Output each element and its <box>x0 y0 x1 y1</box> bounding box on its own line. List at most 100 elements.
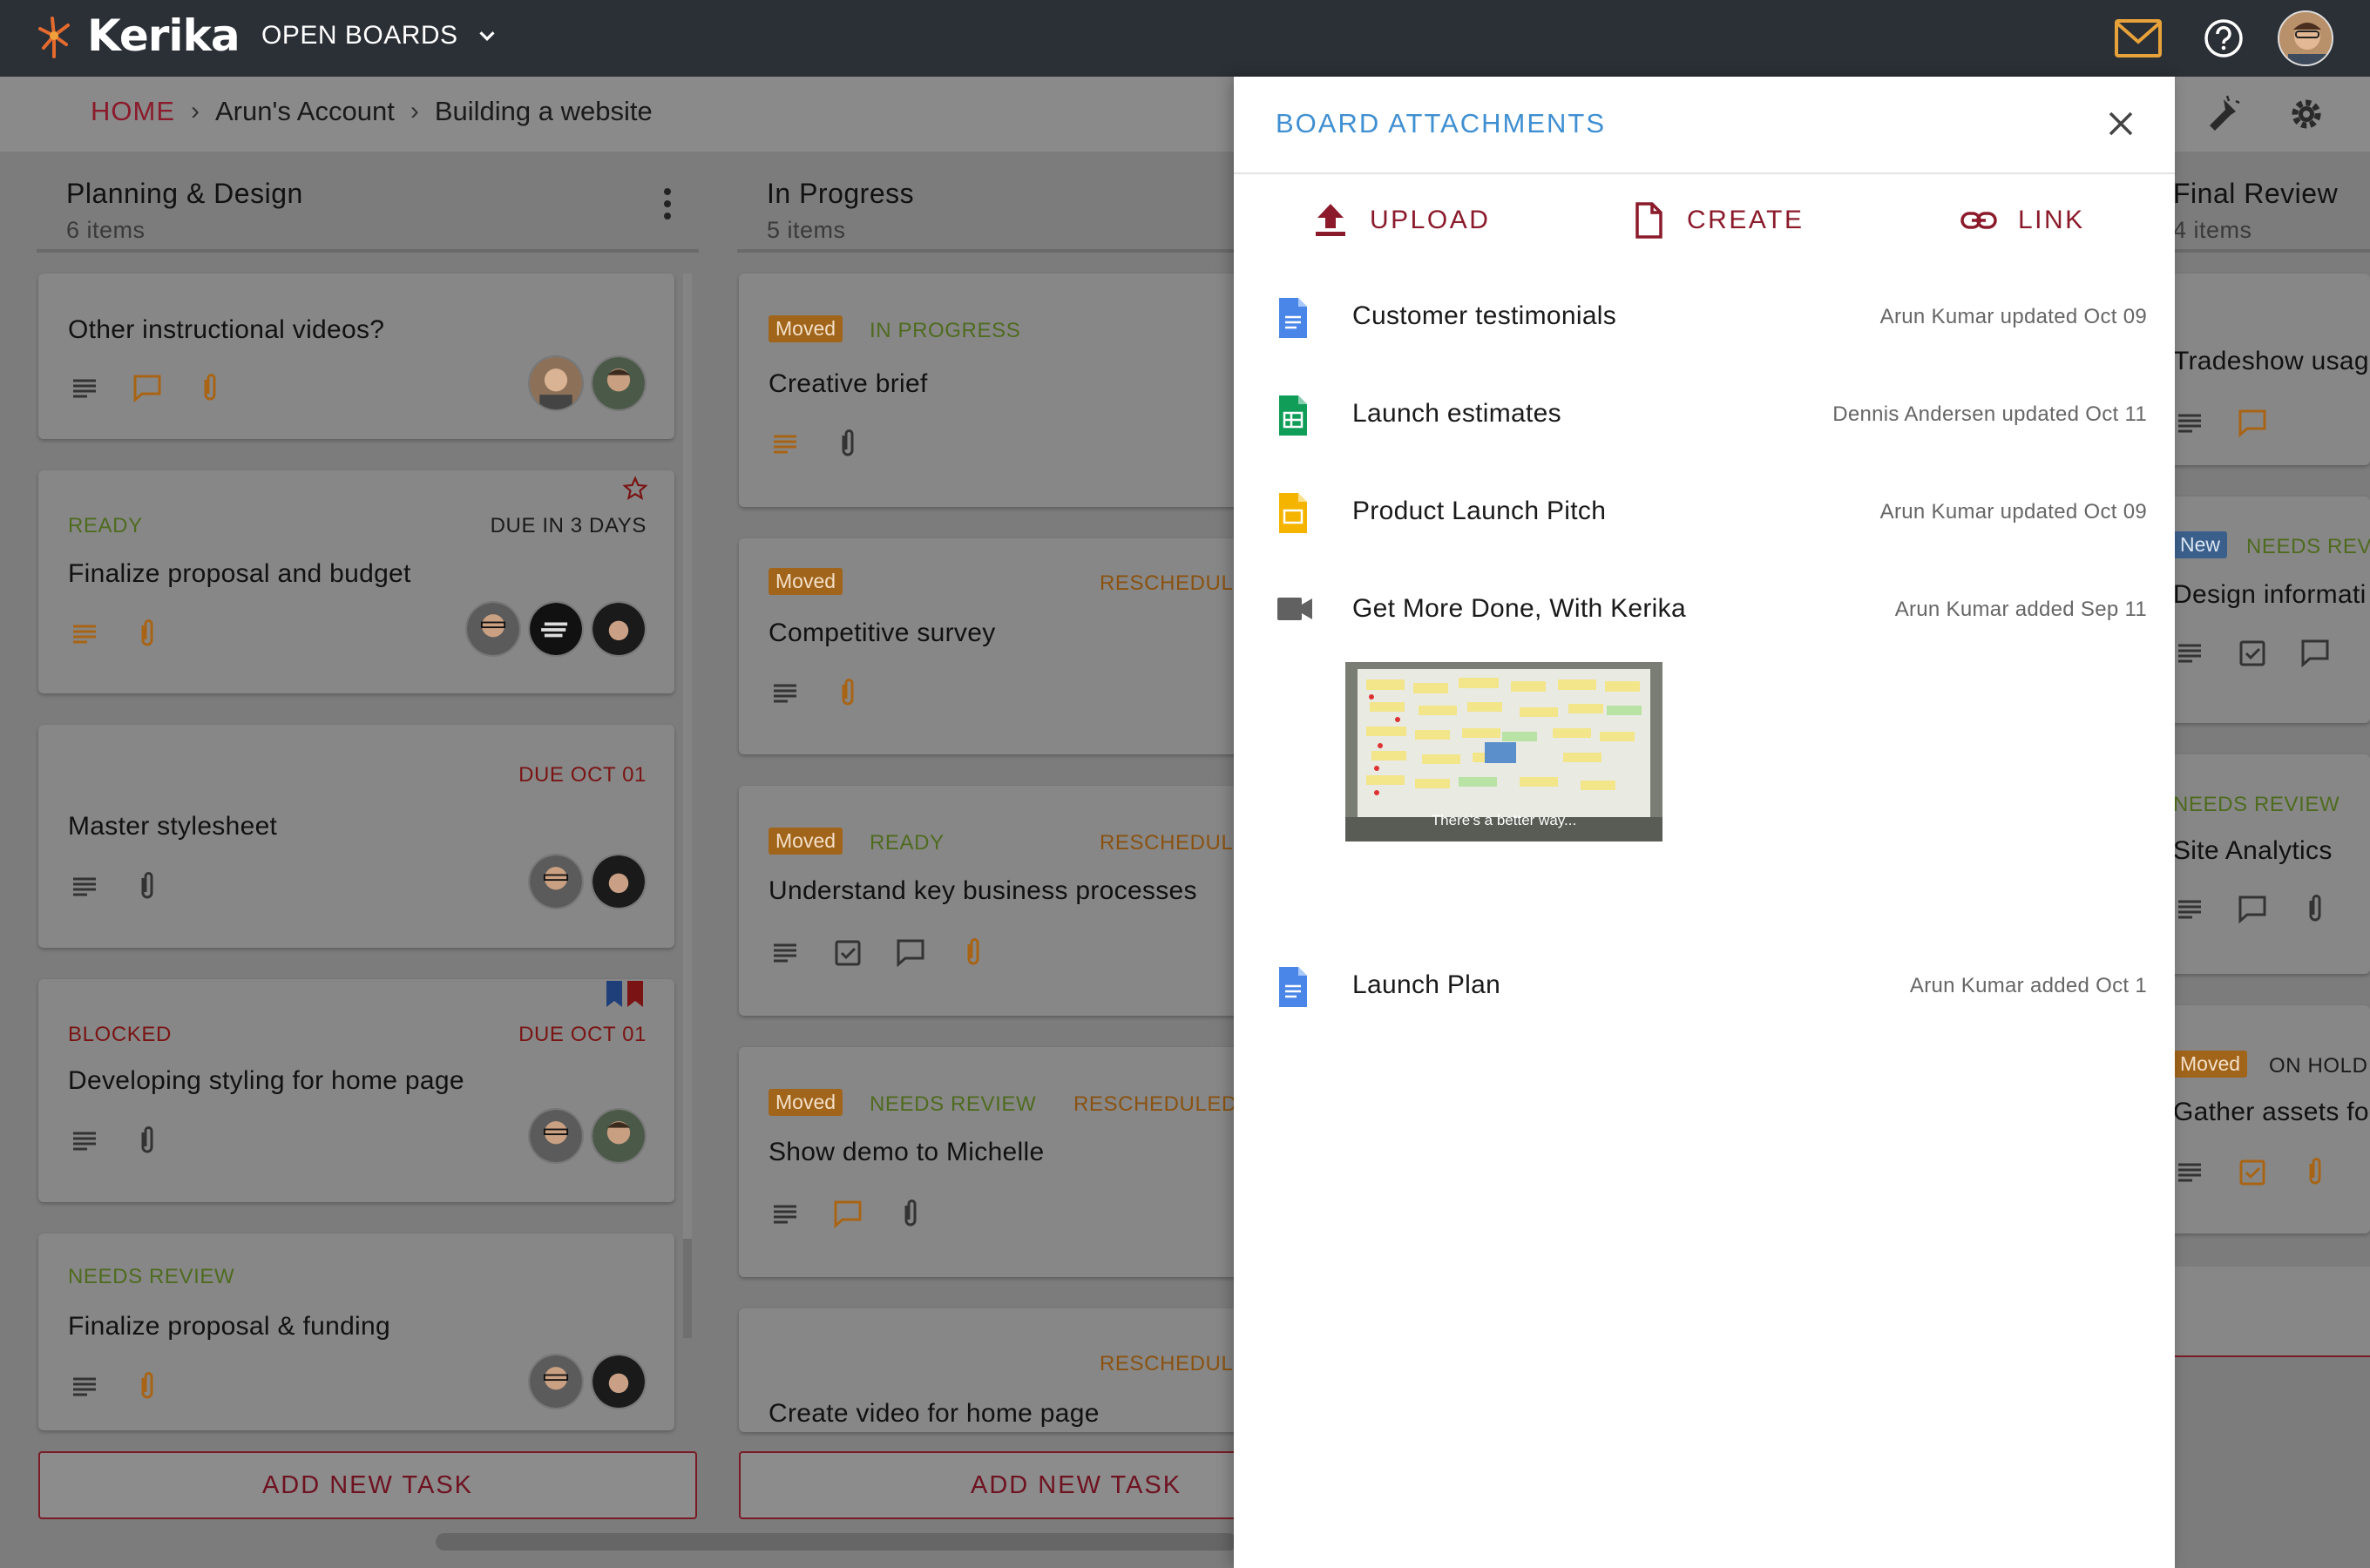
chevron-down-icon <box>478 31 495 42</box>
card-icons <box>2173 1155 2332 1188</box>
avatar[interactable] <box>591 355 647 411</box>
link-icon <box>1960 212 1997 229</box>
mail-icon[interactable] <box>2114 17 2163 59</box>
card-title: Developing styling for home page <box>68 1066 464 1095</box>
task-card[interactable]: Other instructional videos? <box>38 274 674 439</box>
card-members <box>465 601 647 657</box>
avatar[interactable] <box>591 854 647 909</box>
avatar[interactable] <box>528 601 584 657</box>
breadcrumb-home[interactable]: HOME <box>91 96 175 127</box>
avatar[interactable] <box>528 355 584 411</box>
column-header: Final Review 4 items <box>2173 152 2370 253</box>
status-label: READY <box>870 831 945 855</box>
card-icons <box>769 1197 927 1230</box>
bookmark-flags-icon[interactable] <box>603 981 647 1009</box>
task-card[interactable]: BLOCKED DUE OCT 01 Developing styling fo… <box>38 979 674 1202</box>
card-title: Competitive survey <box>769 618 996 647</box>
user-avatar[interactable] <box>2278 10 2333 66</box>
attachment-item[interactable]: Launch Plan Arun Kumar added Oct 1 <box>1276 958 2147 1010</box>
attachment-item[interactable]: Customer testimonials Arun Kumar updated… <box>1276 289 2147 341</box>
moved-tag: Moved <box>769 1089 843 1116</box>
help-icon[interactable] <box>2203 17 2245 59</box>
attachment-meta: Arun Kumar updated Oct 09 <box>1879 500 2147 524</box>
task-card[interactable]: Moved RESCHEDULE Competitive survey <box>739 538 1262 754</box>
avatar[interactable] <box>528 1354 584 1409</box>
attachment-icon <box>141 619 153 646</box>
attachment-item[interactable]: Product Launch Pitch Arun Kumar updated … <box>1276 484 2147 537</box>
add-new-task-button[interactable]: ADD NEW TASK <box>739 1451 1262 1519</box>
due-label: RESCHEDULE <box>1100 571 1249 595</box>
status-label: READY <box>68 514 143 537</box>
task-card[interactable]: RESCHEDULE Create video for home page <box>739 1308 1262 1432</box>
upload-button[interactable]: UPLOAD <box>1310 200 1490 240</box>
attachment-name: Product Launch Pitch <box>1352 497 1607 525</box>
card-title: Show demo to Michelle <box>769 1138 1045 1166</box>
attachment-icon <box>141 1372 153 1399</box>
chat-icon <box>133 375 161 403</box>
attachment-icon <box>141 1126 153 1153</box>
avatar[interactable] <box>591 1108 647 1164</box>
task-card[interactable]: NEEDS REVIEW Finalize proposal & funding <box>38 1233 674 1430</box>
task-card[interactable]: DUE OCT 01 Master stylesheet <box>38 725 674 948</box>
column-count: 4 items <box>2173 217 2252 243</box>
description-icon <box>2178 1163 2201 1182</box>
video-thumbnail[interactable]: There's a better way... <box>1345 662 1662 841</box>
avatar[interactable] <box>591 1354 647 1409</box>
task-card[interactable]: READY DUE IN 3 DAYS Finalize proposal an… <box>38 470 674 693</box>
settings-gear-icon[interactable] <box>2286 94 2326 134</box>
kerika-logo[interactable]: Kerika <box>35 10 240 61</box>
avatar[interactable] <box>528 854 584 909</box>
column-count: 5 items <box>767 217 846 243</box>
attachment-item[interactable]: Get More Done, With Kerika Arun Kumar ad… <box>1276 582 2147 634</box>
column-title: In Progress <box>767 178 915 209</box>
task-card[interactable]: Moved IN PROGRESS Creative brief <box>739 274 1262 507</box>
checklist-icon <box>2239 640 2265 666</box>
description-icon <box>73 1377 96 1396</box>
avatar[interactable] <box>528 1108 584 1164</box>
star-icon[interactable] <box>622 476 648 502</box>
attachment-name: Customer testimonials <box>1352 301 1617 330</box>
card-members <box>528 854 647 909</box>
card-icons <box>769 936 990 969</box>
board-horizontal-scrollbar[interactable] <box>436 1533 1237 1551</box>
breadcrumb-account[interactable]: Arun's Account <box>215 96 395 127</box>
attachment-meta: Arun Kumar added Oct 1 <box>1909 974 2147 997</box>
due-label: DUE OCT 01 <box>518 763 647 787</box>
google-doc-icon <box>1279 298 1307 338</box>
attachment-icon <box>204 374 216 401</box>
attachment-item[interactable]: Launch estimates Dennis Andersen updated… <box>1276 387 2147 439</box>
status-label: NEEDS REVI <box>2246 535 2370 558</box>
avatar[interactable] <box>591 601 647 657</box>
breadcrumb-board[interactable]: Building a website <box>435 96 653 127</box>
attachment-name: Launch Plan <box>1352 970 1501 999</box>
card-icons <box>68 371 227 404</box>
add-new-task-button[interactable]: ADD NEW TASK <box>38 1451 697 1519</box>
description-icon <box>2178 900 2201 919</box>
close-icon[interactable] <box>2103 106 2138 141</box>
status-label: ON HOLD <box>2269 1054 2368 1078</box>
card-title: Design informati <box>2173 580 2367 609</box>
more-vert-icon[interactable] <box>662 186 673 221</box>
card-icons <box>68 869 164 902</box>
description-icon <box>774 1205 796 1224</box>
create-button[interactable]: CREATE <box>1628 200 1804 240</box>
task-card[interactable]: Moved NEEDS REVIEW RESCHEDULED T Show de… <box>739 1047 1262 1277</box>
column-scrollbar-thumb[interactable] <box>683 274 692 1239</box>
open-boards-label: OPEN BOARDS <box>261 21 458 50</box>
card-icons <box>68 1124 164 1157</box>
open-boards-menu[interactable]: OPEN BOARDS <box>261 21 500 51</box>
status-label: NEEDS REVIEW <box>870 1092 1037 1116</box>
flashlight-icon[interactable] <box>2201 94 2241 134</box>
moved-tag: Moved <box>769 315 843 342</box>
avatar[interactable] <box>465 601 521 657</box>
task-card[interactable]: Moved READY RESCHEDULE Understand key bu… <box>739 786 1262 1016</box>
card-title: Tradeshow usag <box>2173 347 2369 375</box>
board-attachments-panel: BOARD ATTACHMENTS UPLOAD CREATE LINK Cus… <box>1234 77 2175 1568</box>
column-count: 6 items <box>66 217 146 243</box>
create-label: CREATE <box>1687 206 1805 234</box>
card-members <box>528 1108 647 1164</box>
link-button[interactable]: LINK <box>1959 200 2085 240</box>
moved-tag: Moved <box>2173 1051 2248 1078</box>
card-icons <box>68 1369 164 1402</box>
status-label: BLOCKED <box>68 1023 172 1046</box>
